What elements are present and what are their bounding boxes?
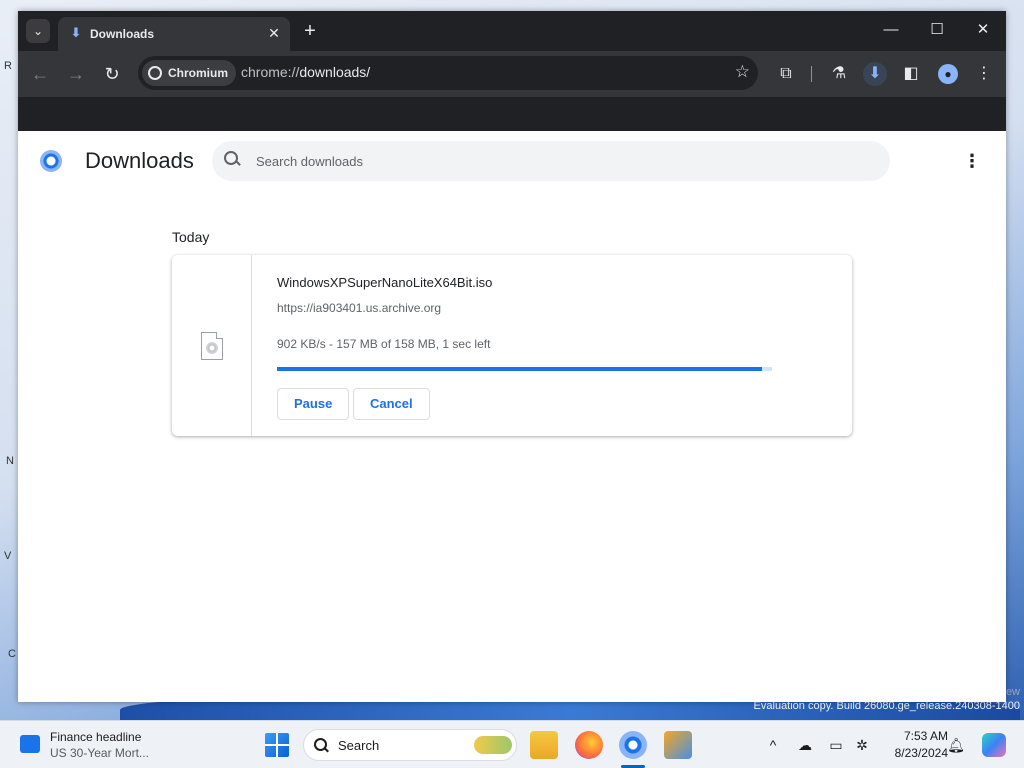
clock-date: 8/23/2024 [894,746,948,760]
tab-title: Downloads [90,27,155,41]
more-vert-icon: ⋮ [976,65,992,82]
notification-bell-icon[interactable]: 🔔︎ [946,735,966,755]
page-title: Downloads [85,148,194,173]
chromium-logo-icon [40,150,62,172]
accessibility-icon[interactable]: ✲ [852,735,872,755]
browser-toolbar: ← → ↻ Chromium chrome://downloads/ ☆ ⧉ ⚗… [18,51,1006,97]
chevron-down-icon: ⌄ [32,24,44,38]
downloads-page: Downloads ⋮ Today WindowsXPSuperNanoLite… [18,131,1006,702]
chromium-icon [148,66,162,80]
profile-button[interactable]: ● [938,64,958,84]
forward-button[interactable]: → [64,62,88,86]
close-icon: ✕ [976,21,990,38]
file-explorer-icon[interactable] [530,731,558,759]
extensions-button[interactable]: ⧉ [774,62,798,86]
file-disc-icon [201,332,223,360]
pause-button[interactable]: Pause [277,388,350,420]
close-tab-button[interactable]: ✕ [264,23,284,43]
download-progress-bar [277,367,772,371]
url-text[interactable]: chrome://downloads/ [241,64,370,80]
download-icon: ⬇ [70,25,82,40]
widget-title: Finance headline [50,730,142,744]
bookmark-star-icon[interactable]: ☆ [735,62,750,82]
app-icon[interactable] [664,731,692,759]
finance-chart-icon [20,735,40,753]
plus-icon: + [304,20,316,42]
search-icon [314,738,328,752]
widget-subtitle: US 30-Year Mort... [50,746,149,760]
more-actions-button[interactable]: ⋮ [960,149,984,173]
firefox-icon[interactable] [575,731,603,759]
watermark-fragment: ew [1005,686,1020,698]
menu-button[interactable]: ⋮ [972,62,996,86]
downloads-button[interactable]: ⬇ [863,62,887,86]
download-item-card: WindowsXPSuperNanoLiteX64Bit.iso https:/… [172,255,852,436]
tab-search-button[interactable]: ⌄ [26,19,50,43]
download-source-url[interactable]: https://ia903401.us.archive.org [277,301,441,315]
side-panel-button[interactable]: ◧ [899,62,923,86]
url-scheme: chrome:// [241,64,300,80]
copilot-icon[interactable] [982,733,1006,757]
download-filename[interactable]: WindowsXPSuperNanoLiteX64Bit.iso [277,275,492,290]
taskbar: Finance headline US 30-Year Mort... Sear… [0,720,1024,768]
maximize-icon: ☐ [930,21,944,38]
person-icon: ● [944,67,952,81]
reload-button[interactable]: ↻ [100,62,124,86]
download-icon: ⬇ [868,65,882,82]
desktop-icon-fragment[interactable]: V [4,550,11,562]
search-input[interactable] [256,151,856,171]
close-window-button[interactable]: ✕ [960,11,1006,51]
labs-button[interactable]: ⚗ [827,62,851,86]
arrow-left-icon: ← [31,64,49,84]
title-bar: ⌄ ⬇ Downloads ✕ + — ☐ ✕ [18,11,1006,51]
reload-icon: ↻ [104,64,120,84]
taskbar-search-label: Search [338,738,380,753]
minimize-button[interactable]: — [868,11,914,51]
download-progress-fill [277,367,763,371]
site-info-chip[interactable]: Chromium [142,60,236,86]
chip-label: Chromium [168,66,228,80]
flask-icon: ⚗ [831,65,847,82]
search-icon [224,151,242,169]
address-bar[interactable]: Chromium chrome://downloads/ ☆ [138,56,758,90]
cloud-offline-icon[interactable]: ☁ [795,735,815,755]
desktop-icon-fragment[interactable]: C [8,648,16,660]
taskbar-search[interactable]: Search [303,729,517,761]
arrow-right-icon: → [67,64,85,84]
taskbar-clock[interactable]: 7:53 AM 8/23/2024 [876,728,948,762]
clock-time: 7:53 AM [903,729,948,743]
close-icon: ✕ [268,25,280,41]
minimize-icon: — [883,21,899,38]
network-icon[interactable]: ▭ [826,735,846,755]
chromium-taskbar-icon[interactable] [619,731,647,759]
search-highlight-icon [474,736,512,754]
back-button[interactable]: ← [28,62,52,86]
url-path: downloads/ [299,64,371,80]
more-vert-icon: ⋮ [963,151,981,171]
file-icon-area [172,255,252,436]
desktop-icon-fragment[interactable]: N [6,455,14,467]
search-box[interactable] [212,141,890,181]
cancel-button[interactable]: Cancel [353,388,430,420]
section-date-label: Today [172,229,210,245]
tab-downloads[interactable]: ⬇ Downloads ✕ [58,17,290,51]
widgets-button[interactable]: Finance headline US 30-Year Mort... [18,729,158,761]
browser-window: ⌄ ⬇ Downloads ✕ + — ☐ ✕ ← → ↻ Chromium c… [18,11,1006,702]
side-panel-icon: ◧ [903,65,919,82]
new-tab-button[interactable]: + [298,20,322,44]
toolbar-divider [811,66,812,82]
chevron-up-icon[interactable]: ^ [763,735,783,755]
download-status: 902 KB/s - 157 MB of 158 MB, 1 sec left [277,337,491,351]
maximize-button[interactable]: ☐ [914,11,960,51]
start-button-windows-icon[interactable] [265,733,289,757]
desktop-icon-fragment[interactable]: R [4,60,12,72]
puzzle-icon: ⧉ [780,65,792,82]
toolbar-bottom-strip [18,97,1006,131]
